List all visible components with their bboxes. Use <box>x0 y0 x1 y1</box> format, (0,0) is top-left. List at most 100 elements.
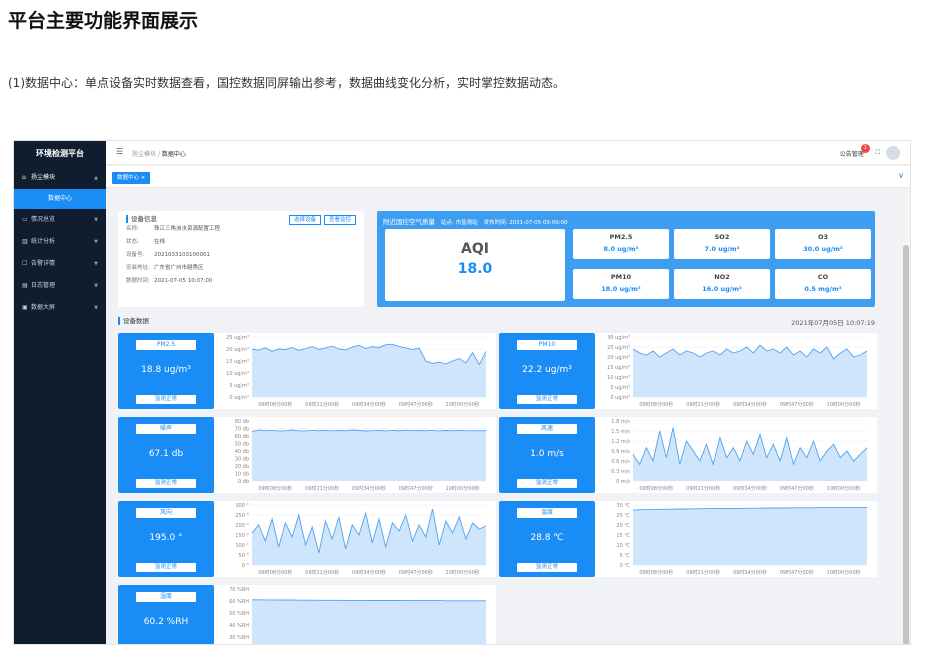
chevron-up-icon: ▲ <box>94 175 98 181</box>
x-tick-label: 09时21分00秒 <box>305 569 339 576</box>
tab-datacenter[interactable]: 数据中心 × <box>112 172 151 184</box>
info-value: 在线 <box>154 239 166 245</box>
aqi-value: 18.0 <box>457 261 493 277</box>
pollutant-value: 18.0 ug/m³ <box>601 285 641 293</box>
chevron-down-icon: ▼ <box>94 261 98 267</box>
sidebar-subitem-datacenter[interactable]: 数据中心 <box>14 189 106 209</box>
menu-toggle-icon[interactable]: ☰ <box>116 147 123 156</box>
device-data-title: 设备数据 <box>118 317 875 325</box>
metric-card: 湿度60.2 %RH监测正常20 %RH30 %RH40 %RH50 %RH60… <box>118 585 496 644</box>
breadcrumb-parent[interactable]: 扬尘模块 <box>132 151 156 158</box>
y-tick-label: 0 ug/m³ <box>610 395 630 401</box>
metric-chart: 0 ug/m³ 5 ug/m³ 10 ug/m³ 15 ug/m³ 20 ug/m³ 25… <box>226 335 487 408</box>
y-tick-label: 50 ° <box>239 553 250 559</box>
metric-box: 温度 28.8 ℃ 监测正常 <box>499 501 595 577</box>
sidebar-item-overview[interactable]: ▭ 情况总览 ▼ <box>14 209 106 231</box>
sidebar-item-label: 日志管理 <box>31 282 56 289</box>
y-tick-label: 300 ° <box>235 503 249 509</box>
y-tick-label: 5 ug/m³ <box>229 383 249 389</box>
metric-card: PM10 22.2 ug/m³ 监测正常 0 ug/m³ 5 ug/m³ 10 ug/m³… <box>499 333 877 409</box>
metric-card: 风速 1.0 m/s 监测正常 0 m/s 0.3 m/s 0.6 m/s 0.9 m/s 1… <box>499 417 877 493</box>
series-area <box>633 427 867 481</box>
device-data-header: 设备数据 2021年07月05日 10:07:19 <box>118 317 875 329</box>
chevron-down-icon[interactable]: ∨ <box>898 171 904 180</box>
view-monitor-button[interactable]: 查看监控 <box>323 215 356 225</box>
sidebar-item-label: 扬尘模块 <box>31 174 56 181</box>
sidebar-item-logs[interactable]: ▤ 日志管理 ▼ <box>14 275 106 297</box>
y-tick-label: 40 %RH <box>229 623 249 629</box>
app-screenshot: 环境检测平台 ⌂ 扬尘模块 ▲ 数据中心 ▭ 情况总览 ▼ ▥ 统计分析 ▼ ☐ 告警详… <box>13 140 911 645</box>
metric-chart: 0 ug/m³ 5 ug/m³ 10 ug/m³ 15 ug/m³ 20 ug/m³ 25… <box>607 335 868 408</box>
y-tick-label: 5 ℃ <box>620 553 631 559</box>
metric-value: 22.2 ug/m³ <box>522 365 572 375</box>
y-tick-label: 60 %RH <box>229 599 249 605</box>
y-tick-label: 40 db <box>235 449 249 455</box>
scrollbar[interactable] <box>902 189 910 644</box>
info-value: 2021033103100001 <box>154 252 210 258</box>
metric-status: 监测正常 <box>517 395 577 404</box>
pollutant-card: CO 0.5 mg/m³ <box>775 269 871 299</box>
info-key: 名称: <box>126 226 139 232</box>
x-tick-label: 09时34分00秒 <box>352 485 386 492</box>
y-tick-label: 10 ℃ <box>616 543 630 549</box>
aqi-panel-title: 附近国控空气质量 <box>383 218 435 226</box>
metric-chart: 0 db10 db 20 db30 db 40 db50 db 60 db70 db 8… <box>235 419 487 492</box>
notice-button[interactable]: 公告管理 1 <box>839 143 870 158</box>
chevron-down-icon: ▼ <box>94 283 98 289</box>
fullscreen-icon[interactable]: ⛶ <box>876 149 880 157</box>
metric-card: 温度 28.8 ℃ 监测正常 0 ℃ 5 ℃ 10 ℃ 15 ℃ 20 ℃ 25 ℃ 30 ℃ 09… <box>499 501 877 577</box>
y-tick-label: 20 ug/m³ <box>607 355 630 361</box>
y-tick-label: 0 ℃ <box>620 563 631 569</box>
metric-card: 风向 195.0 ° 监测正常 0 ° 50 ° 100 ° 150 ° 200 ° 250 °… <box>118 501 496 577</box>
x-tick-label: 09时47分00秒 <box>780 569 814 576</box>
device-info-panel: 设备信息 选择设备 查看监控 名称: 珠江三角洲水资源配置工程 状态: 在线 设备号… <box>118 211 364 307</box>
y-tick-label: 70 %RH <box>229 587 249 593</box>
metric-status: 监测正常 <box>517 479 577 488</box>
pollutant-value: 8.0 ug/m³ <box>603 245 639 253</box>
pollutant-value: 16.0 ug/m³ <box>702 285 742 293</box>
x-tick-label: 09时34分00秒 <box>733 485 767 492</box>
document-icon: ▤ <box>22 282 28 289</box>
metric-box: 湿度60.2 %RH监测正常 <box>118 585 214 644</box>
sidebar-item-dust[interactable]: ⌂ 扬尘模块 ▲ <box>14 167 106 189</box>
x-tick-label: 09时47分00秒 <box>399 401 433 408</box>
monitor-icon: ▭ <box>22 216 28 223</box>
notice-label: 公告管理 <box>839 150 864 158</box>
select-device-button[interactable]: 选择设备 <box>288 215 321 225</box>
app-logo: 环境检测平台 <box>36 149 84 158</box>
y-tick-label: 10 ug/m³ <box>226 371 249 377</box>
tab-close-icon[interactable]: × <box>141 175 146 181</box>
metric-chart: 0 m/s 0.3 m/s 0.6 m/s 0.9 m/s 1.2 m/s 1.5 m/s… <box>611 419 868 492</box>
aqi-label: AQI <box>461 241 489 257</box>
notice-badge: 1 <box>860 143 870 153</box>
y-tick-label: 150 ° <box>235 533 249 539</box>
metric-value: 195.0 ° <box>149 533 183 543</box>
scrollbar-thumb[interactable] <box>903 245 909 644</box>
y-tick-label: 15 ug/m³ <box>607 365 630 371</box>
metric-value: 1.0 m/s <box>530 449 564 459</box>
sidebar-item-statistics[interactable]: ▥ 统计分析 ▼ <box>14 231 106 253</box>
x-tick-label: 10时00分00秒 <box>827 485 861 492</box>
y-tick-label: 0 db <box>238 479 249 485</box>
breadcrumb-separator: / <box>157 151 160 158</box>
sidebar-item-bigscreen[interactable]: ▣ 数据大屏 ▼ <box>14 297 106 319</box>
pollutant-name: PM2.5 <box>609 233 633 241</box>
x-tick-label: 09时21分00秒 <box>686 401 720 408</box>
x-tick-label: 09时47分00秒 <box>780 401 814 408</box>
y-tick-label: 0 m/s <box>616 479 630 485</box>
y-tick-label: 50 db <box>235 442 249 448</box>
metric-value: 60.2 %RH <box>143 617 189 627</box>
home-icon: ⌂ <box>22 174 26 181</box>
sidebar-item-alarms[interactable]: ☐ 告警详情 ▼ <box>14 253 106 275</box>
series-area <box>633 345 867 397</box>
metric-name: 风向 <box>136 508 196 518</box>
y-tick-label: 20 db <box>235 464 249 470</box>
y-tick-label: 20 ug/m³ <box>226 347 249 353</box>
metric-name: 湿度 <box>136 592 196 602</box>
y-tick-label: 5 ug/m³ <box>610 385 630 391</box>
y-tick-label: 0 ° <box>242 563 250 569</box>
avatar[interactable] <box>886 146 900 160</box>
metric-box: PM2.5 18.8 ug/m³ 监测正常 <box>118 333 214 409</box>
pollutant-value: 7.0 ug/m³ <box>704 245 740 253</box>
series-area <box>252 509 486 565</box>
